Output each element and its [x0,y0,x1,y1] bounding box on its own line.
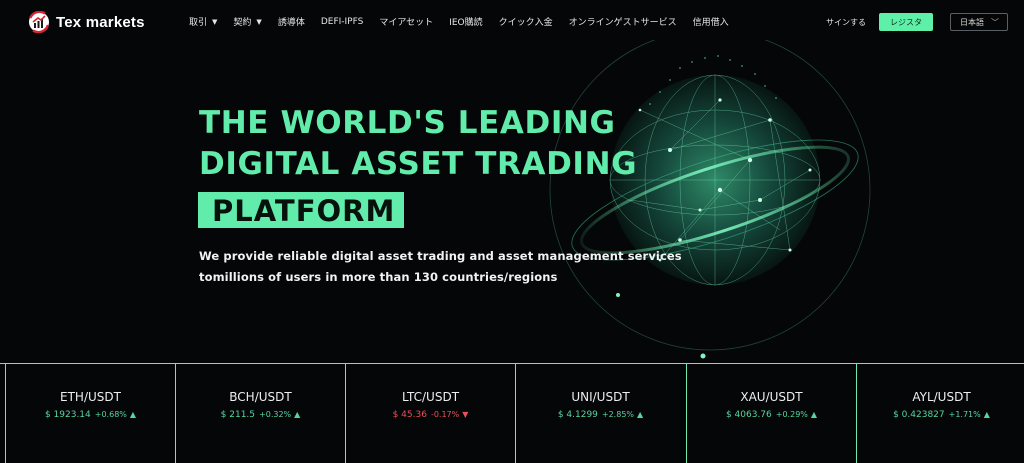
nav-item-2[interactable]: 誘導体 [278,15,305,28]
brand-name: Tex markets [56,13,145,31]
nav-item-3[interactable]: DEFI-IPFS [321,15,364,28]
brand-logo[interactable]: Tex markets [28,10,145,34]
ticker-change: +0.32% [259,410,292,419]
hero-headline-line3: PLATFORM [212,194,396,228]
chevron-down-icon: ﹀ [991,18,999,27]
caret-down-icon: ▼ [256,17,262,26]
nav-item-8[interactable]: 信用借入 [693,15,729,28]
ticker-card[interactable]: ETH/USDT $ 1923.14 +0.68% ▲ [5,364,175,463]
ticker-card[interactable]: AYL/USDT $ 0.423827 +1.71% ▲ [856,364,1024,463]
ticker-quote: $ 1923.14 +0.68% ▲ [6,410,175,420]
ticker-price: $ 1923.14 [44,410,91,420]
hero-headline-line2: DIGITAL ASSET TRADING [199,146,638,182]
arrow-up-icon: ▲ [637,410,644,419]
ticker-price: $ 4063.76 [725,410,772,420]
arrow-up-icon: ▲ [129,410,137,419]
market-ticker: ETH/USDT $ 1923.14 +0.68% ▲ BCH/USDT $ 211.5 +… [0,363,1024,463]
nav-item-7[interactable]: オンラインゲストサービス [569,15,677,28]
ticker-quote: $ 4.1299 +2.85% ▲ [516,410,685,420]
nav-item-0[interactable]: 取引 ▼ [189,15,218,29]
nav-item-1[interactable]: 契約 ▼ [233,15,262,29]
main-menu: 取引 ▼ 契約 ▼ 誘導体 DEFI-IPFS マイアセット IEO購読 クイック入金 オンライン… [189,15,745,29]
nav-item-label: 取引 [189,18,208,28]
ticker-card[interactable]: XAU/USDT $ 4063.76 +0.29% ▲ [686,364,856,463]
ticker-price: $ 0.423827 [893,410,945,420]
register-button[interactable]: レジスタ [879,13,933,31]
arrow-up-icon: ▲ [983,410,990,419]
nav-item-label: マイアセット [379,18,434,28]
ticker-price: $ 45.36 [392,410,427,420]
ticker-change: +0.29% [775,410,808,419]
ticker-card[interactable]: LTC/USDT $ 45.36 -0.17% ▼ [345,364,515,463]
nav-item-label: クイック入金 [498,18,553,28]
arrow-up-icon: ▲ [810,410,818,419]
ticker-quote: $ 45.36 -0.17% ▼ [346,410,515,420]
nav-item-5[interactable]: IEO購読 [449,15,482,28]
arrow-up-icon: ▲ [294,410,301,419]
nav-item-label: 信用借入 [692,18,729,28]
ticker-card[interactable]: BCH/USDT $ 211.5 +0.32% ▲ [175,364,345,463]
ticker-pair: LTC/USDT [401,390,460,404]
nav-item-6[interactable]: クイック入金 [499,15,553,28]
nav-item-label: 契約 [233,18,252,28]
language-value: 日本語 [960,17,984,27]
ticker-quote: $ 4063.76 +0.29% ▲ [687,410,856,420]
ticker-price: $ 4.1299 [557,410,598,420]
ticker-pair: XAU/USDT [740,390,803,404]
signin-link[interactable]: サインする [826,17,866,28]
register-button-label: レジスタ [890,17,922,27]
caret-down-icon: ▼ [212,17,218,26]
nav-item-4[interactable]: マイアセット [379,15,433,28]
hero-headline-line1: THE WORLD'S LEADING [199,105,616,141]
ticker-change: +1.71% [948,410,981,419]
language-select[interactable]: 日本語 ﹀ [950,13,1008,31]
nav-item-label: IEO購読 [449,18,483,28]
globe-illustration [549,40,871,359]
ticker-quote: $ 211.5 +0.32% ▲ [176,410,345,420]
ticker-change: -0.17% [430,410,460,419]
ticker-pair: BCH/USDT [229,390,292,404]
hero-subtitle-line1: We provide reliable digital asset tradin… [199,249,682,263]
ticker-pair: AYL/USDT [912,390,971,404]
ticker-pair: ETH/USDT [60,390,121,404]
nav-item-label: オンラインゲストサービス [568,18,677,28]
hero-subtitle-line2: tomillions of users in more than 130 cou… [199,270,558,284]
ticker-change: +0.68% [94,410,127,419]
nav-item-label: DEFI-IPFS [320,16,364,27]
ticker-quote: $ 0.423827 +1.71% ▲ [857,410,1024,420]
nav-item-label: 誘導体 [277,18,305,28]
top-nav: Tex markets 取引 ▼ 契約 ▼ 誘導体 DEFI-IPFS マイアセット IEO購… [0,0,1024,44]
ticker-change: +2.85% [601,410,635,419]
ticker-pair: UNI/USDT [571,390,630,404]
trend-arrow-logo-icon [29,11,50,33]
ticker-price: $ 211.5 [220,410,256,420]
arrow-down-icon: ▼ [462,410,469,419]
ticker-card[interactable]: UNI/USDT $ 4.1299 +2.85% ▲ [515,364,685,463]
